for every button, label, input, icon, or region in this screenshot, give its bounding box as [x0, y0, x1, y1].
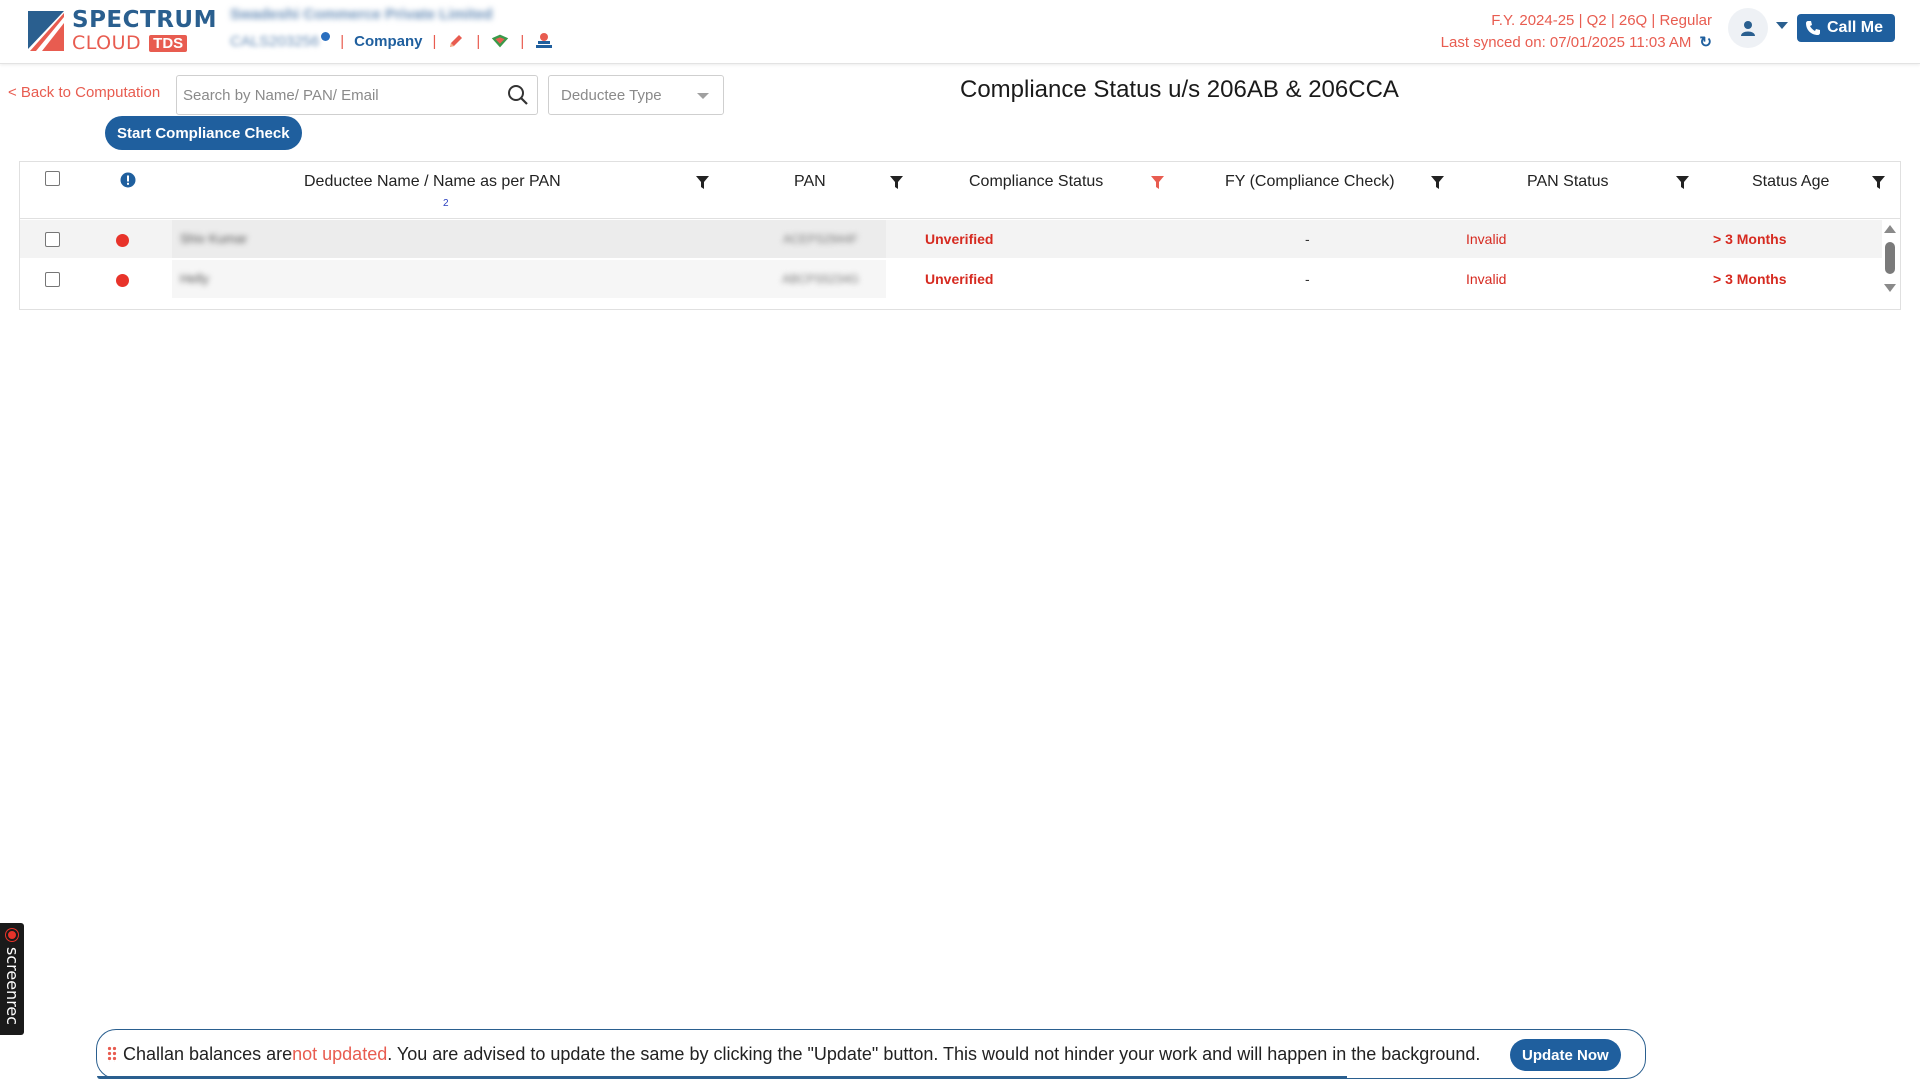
column-header-name[interactable]: Deductee Name / Name as per PAN — [304, 173, 561, 191]
status-age-cell: > 3 Months — [1713, 271, 1787, 287]
status-indicator-dot — [116, 274, 129, 287]
deductee-type-select[interactable]: Deductee Type — [548, 75, 724, 115]
logo-spectrum-text: SPECTRUM — [72, 7, 217, 33]
fy-cell: - — [1305, 271, 1310, 287]
compliance-status-cell: Unverified — [925, 271, 994, 287]
compliance-status-cell: Unverified — [925, 231, 994, 247]
user-avatar[interactable] — [1728, 8, 1768, 48]
separator: | — [340, 32, 345, 50]
scroll-down-arrow-icon[interactable] — [1884, 284, 1896, 292]
separator: | — [476, 32, 481, 50]
scroll-up-arrow-icon[interactable] — [1884, 225, 1896, 233]
filter-icon[interactable] — [696, 176, 709, 190]
deductee-name: Shiv Kumar — [180, 231, 248, 246]
spectrum-logo[interactable]: SPECTRUM CLOUD TDS — [26, 9, 217, 53]
fy-quarter-info: F.Y. 2024-25 | Q2 | 26Q | Regular — [1491, 12, 1712, 29]
pan-status-cell: Invalid — [1466, 231, 1507, 247]
status-age-cell: > 3 Months — [1713, 231, 1787, 247]
search-input[interactable] — [177, 76, 497, 114]
page-title: Compliance Status u/s 206AB & 206CCA — [960, 76, 1399, 103]
company-code: CALS203256 — [230, 32, 320, 50]
banner-text-highlight: not updated — [292, 1043, 388, 1064]
row-checkbox[interactable] — [45, 232, 60, 247]
phone-icon — [1806, 21, 1820, 35]
filter-icon[interactable] — [1676, 176, 1689, 190]
fy-cell: - — [1305, 231, 1310, 247]
column-header-status-age[interactable]: Status Age — [1752, 173, 1829, 191]
logo-tds-badge: TDS — [149, 35, 188, 52]
column-header-compliance-status[interactable]: Compliance Status — [969, 173, 1103, 191]
compliance-table: Deductee Name / Name as per PAN 2 PAN Co… — [19, 161, 1901, 310]
company-name: Swadeshi Commerce Private Limited — [230, 6, 493, 23]
row-checkbox[interactable] — [45, 272, 60, 287]
table-header: Deductee Name / Name as per PAN 2 PAN Co… — [20, 162, 1900, 219]
table-row[interactable]: Helly ABCPS5234G Unverified - Invalid > … — [20, 260, 1882, 298]
filter-icon[interactable] — [1872, 176, 1885, 190]
column-header-fy[interactable]: FY (Compliance Check) — [1225, 173, 1395, 191]
company-info: Swadeshi Commerce Private Limited CALS20… — [230, 6, 554, 51]
filter-icon[interactable] — [1431, 176, 1444, 190]
pan-status-cell: Invalid — [1466, 271, 1507, 287]
deductee-type-placeholder: Deductee Type — [561, 86, 662, 104]
info-icon[interactable] — [120, 172, 136, 188]
pan-value: ABCPS5234G — [782, 272, 859, 286]
pan-cell: ACEPS2944F — [755, 220, 886, 258]
pan-cell: ABCPS5234G — [755, 260, 886, 298]
screenrec-tab[interactable]: screenrec — [0, 923, 24, 1035]
chevron-down-icon — [697, 93, 709, 99]
scrollbar-thumb[interactable] — [1885, 242, 1895, 274]
deductee-name: Helly — [180, 271, 209, 286]
update-now-button[interactable]: Update Now — [1510, 1039, 1621, 1071]
search-icon[interactable] — [507, 84, 529, 106]
app-header: SPECTRUM CLOUD TDS Swadeshi Commerce Pri… — [0, 0, 1920, 64]
separator: | — [432, 32, 437, 50]
record-icon — [6, 929, 18, 941]
screenrec-label: screenrec — [3, 947, 22, 1026]
sort-order-indicator: 2 — [443, 198, 449, 209]
banner-text-before: Challan balances are — [123, 1043, 293, 1064]
banner-progress-underline — [97, 1076, 1347, 1079]
status-indicator-dot — [116, 234, 129, 247]
drag-grip-icon[interactable] — [107, 1046, 117, 1062]
banner-text-after: . You are advised to update the same by … — [387, 1043, 1481, 1064]
select-all-checkbox[interactable] — [45, 171, 60, 186]
user-icon — [1741, 21, 1755, 36]
edit-pencil-icon[interactable] — [446, 31, 466, 51]
table-row[interactable]: Shiv Kumar ACEPS2944F Unverified - Inval… — [20, 220, 1882, 258]
column-header-pan[interactable]: PAN — [794, 173, 826, 191]
column-header-pan-status[interactable]: PAN Status — [1527, 173, 1609, 191]
search-box — [176, 75, 538, 115]
last-synced: Last synced on: 07/01/2025 11:03 AM — [1440, 34, 1692, 51]
challan-update-banner: Challan balances are not updated . You a… — [96, 1029, 1646, 1079]
separator: | — [520, 32, 525, 50]
filter-active-icon[interactable] — [1151, 176, 1164, 190]
government-emblem-icon[interactable] — [534, 31, 554, 51]
fy-info: F.Y. 2024-25 | Q2 | 26Q | Regular Last s… — [1441, 10, 1712, 54]
pan-value: ACEPS2944F — [783, 232, 858, 246]
back-to-computation-link[interactable]: < Back to Computation — [8, 84, 160, 101]
refresh-icon[interactable]: ↻ — [1699, 32, 1712, 54]
logo-cloud-text: CLOUD — [72, 32, 142, 54]
call-me-button[interactable]: Call Me — [1797, 14, 1896, 42]
logo-mark-icon — [26, 9, 66, 53]
call-me-label: Call Me — [1827, 19, 1884, 36]
user-menu-chevron-down-icon[interactable] — [1776, 22, 1788, 29]
start-compliance-check-button[interactable]: Start Compliance Check — [105, 116, 302, 150]
filter-icon[interactable] — [890, 176, 903, 190]
company-link[interactable]: Company — [354, 33, 422, 50]
info-dot-icon — [321, 31, 331, 41]
shield-leaf-icon[interactable] — [490, 31, 510, 51]
